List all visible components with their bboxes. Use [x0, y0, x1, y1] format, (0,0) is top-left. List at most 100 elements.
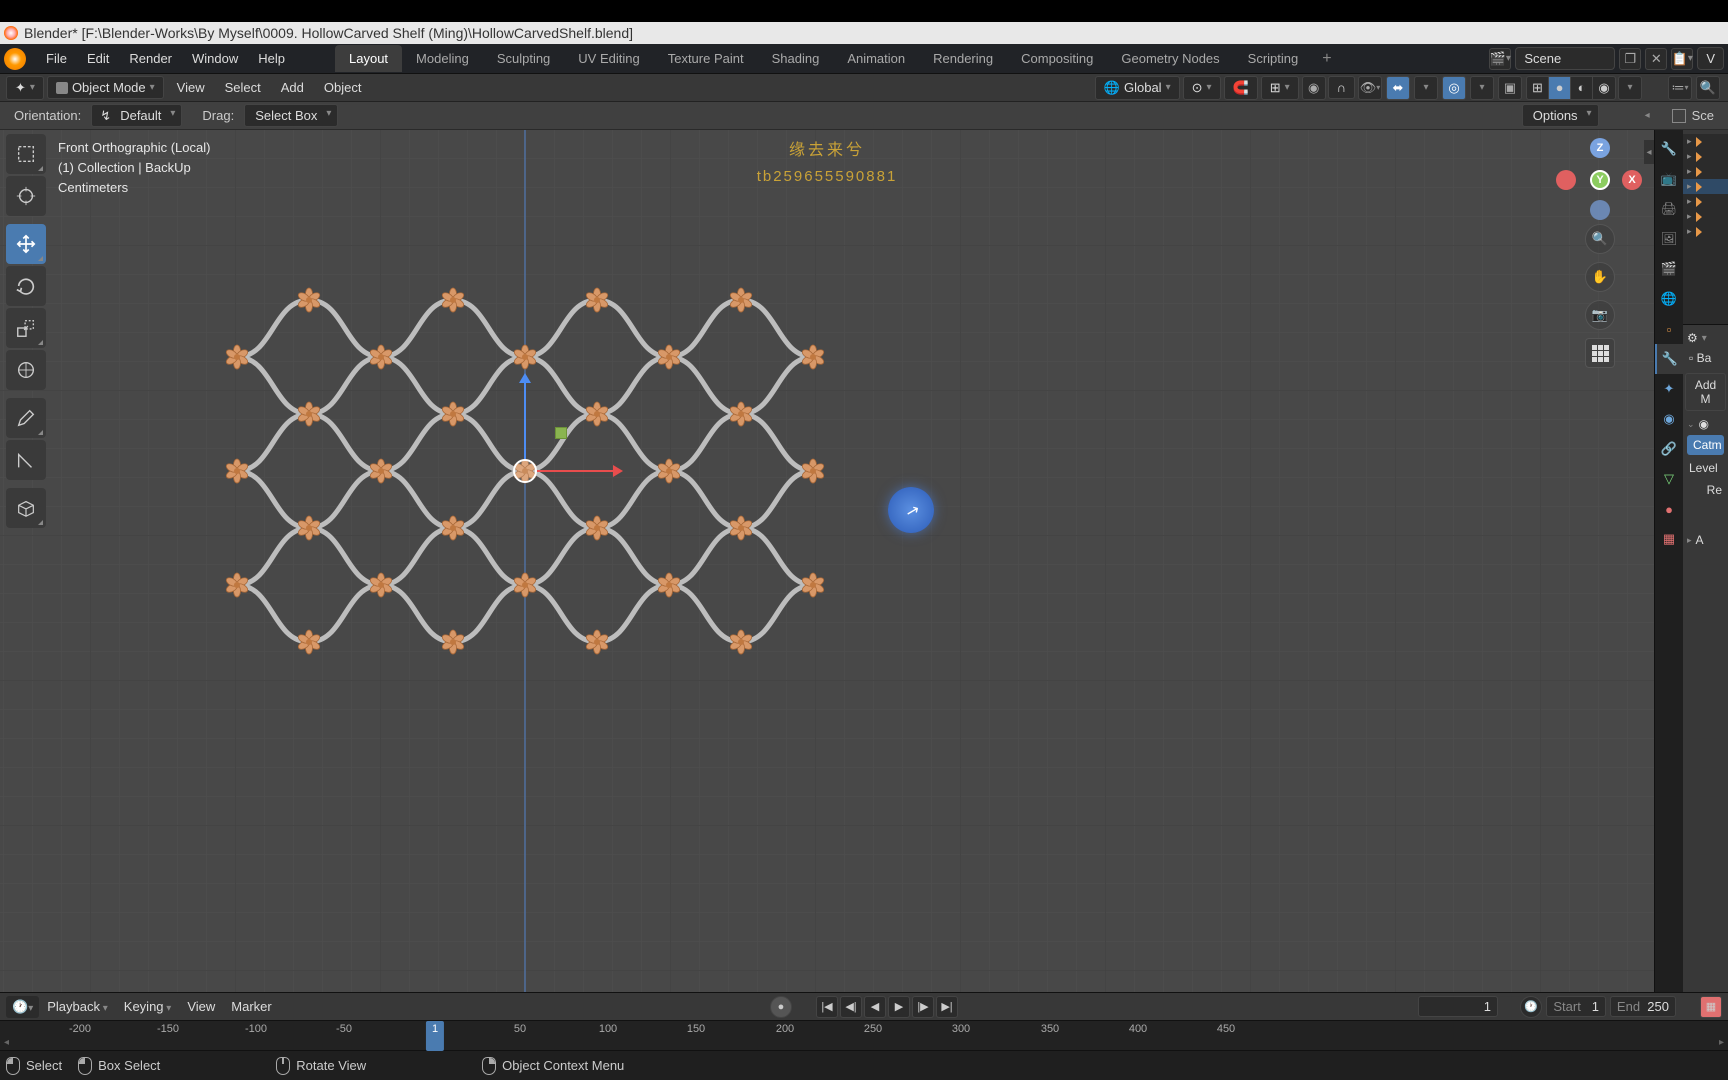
gizmo-x-axis[interactable] — [537, 470, 615, 472]
axis-x-icon[interactable]: X — [1622, 170, 1642, 190]
timeline-ruler[interactable]: 1 -200-150-100-5050100150200250300350400… — [0, 1020, 1728, 1050]
outliner-row[interactable]: ▸ — [1683, 164, 1728, 179]
nav-pan-icon[interactable]: ✋ — [1585, 262, 1615, 292]
outliner-row[interactable]: ▸ — [1683, 149, 1728, 164]
properties-editor-type[interactable]: ⚙▾ — [1683, 329, 1728, 347]
viewlayer-browse-button[interactable]: 📋▾ — [1671, 48, 1693, 70]
timeline-playback-menu[interactable]: Playback — [39, 996, 116, 1017]
timeline-keying-menu[interactable]: Keying — [116, 996, 180, 1017]
overlay-toggle[interactable]: ◎ — [1442, 76, 1466, 100]
tab-animation[interactable]: Animation — [833, 45, 919, 72]
outliner-row-selected[interactable]: ▸ — [1683, 179, 1728, 194]
outliner-collapse-icon[interactable]: ◂ — [1645, 110, 1650, 121]
gizmo-z-axis[interactable] — [524, 381, 526, 459]
menu-object[interactable]: Object — [314, 77, 372, 98]
use-preview-range-button[interactable]: 🕐 — [1520, 996, 1542, 1018]
nav-perspective-icon[interactable] — [1585, 338, 1615, 368]
tab-shading[interactable]: Shading — [758, 45, 834, 72]
app-logo-icon[interactable] — [4, 48, 26, 70]
properties-tab-modifier[interactable]: 🔧 — [1655, 344, 1683, 374]
current-frame-field[interactable]: 1 — [1418, 996, 1498, 1017]
mode-dropdown[interactable]: Object Mode ▾ — [47, 76, 164, 99]
timeline-playhead[interactable]: 1 — [426, 1021, 444, 1051]
collapsed-n-panel[interactable]: ◂ — [1644, 140, 1654, 164]
tool-cursor[interactable] — [6, 176, 46, 216]
end-frame-field[interactable]: End 250 — [1610, 996, 1676, 1017]
properties-texture-icon[interactable]: ▦ — [1700, 996, 1722, 1018]
modifier-advanced-panel[interactable]: ▸A — [1683, 531, 1728, 549]
proportional-edit-toggle[interactable]: ◉ — [1302, 76, 1326, 100]
axes-gizmo[interactable]: Z Y X — [1562, 140, 1638, 216]
add-modifier-button[interactable]: Add M — [1685, 373, 1726, 411]
tab-texture-paint[interactable]: Texture Paint — [654, 45, 758, 72]
shading-wireframe[interactable]: ⊞ — [1527, 77, 1549, 99]
scene-collection-icon[interactable] — [1672, 109, 1686, 123]
nav-zoom-icon[interactable]: 🔍 — [1585, 224, 1615, 254]
tool-transform[interactable] — [6, 350, 46, 390]
scene-new-button[interactable]: ❐ — [1619, 48, 1641, 70]
shading-options-dropdown[interactable]: ▾ — [1618, 76, 1642, 100]
overlay-dropdown[interactable]: ▾ — [1470, 76, 1494, 100]
pivot-dropdown[interactable]: ⊙▾ — [1183, 76, 1221, 100]
menu-select[interactable]: Select — [215, 77, 271, 98]
shading-solid[interactable]: ● — [1549, 77, 1571, 99]
properties-tab-output[interactable]: 🖨 — [1655, 194, 1683, 224]
properties-tab-data[interactable]: ▽ — [1655, 464, 1683, 494]
subdiv-type-catmull[interactable]: Catm — [1687, 435, 1724, 455]
editor-type-dropdown[interactable]: ✦▾ — [6, 76, 44, 100]
jump-to-end-button[interactable]: ▶| — [936, 996, 958, 1018]
tab-layout[interactable]: Layout — [335, 45, 402, 72]
properties-tab-constraints[interactable]: 🔗 — [1655, 434, 1683, 464]
3d-viewport[interactable]: Front Orthographic (Local) (1) Collectio… — [0, 130, 1654, 992]
tab-sculpting[interactable]: Sculpting — [483, 45, 564, 72]
tab-uv-editing[interactable]: UV Editing — [564, 45, 653, 72]
play-reverse-button[interactable]: ◀ — [864, 996, 886, 1018]
tab-rendering[interactable]: Rendering — [919, 45, 1007, 72]
properties-tab-object[interactable]: ▫ — [1655, 314, 1683, 344]
menu-window[interactable]: Window — [182, 47, 248, 70]
jump-to-start-button[interactable]: |◀ — [816, 996, 838, 1018]
modifier-header[interactable]: ⌄◉ — [1683, 415, 1728, 433]
outliner-editor-type[interactable]: ≔▾ — [1668, 76, 1692, 100]
tab-geometry-nodes[interactable]: Geometry Nodes — [1107, 45, 1233, 72]
tool-measure[interactable] — [6, 440, 46, 480]
properties-tab-texture[interactable]: ▦ — [1655, 524, 1683, 554]
axis-y-icon[interactable]: Y — [1590, 170, 1610, 190]
outliner-search-icon[interactable]: 🔍 — [1696, 76, 1720, 100]
orientation-dropdown[interactable]: ↯Default — [91, 104, 182, 127]
play-button[interactable]: ▶ — [888, 996, 910, 1018]
tool-move[interactable] — [6, 224, 46, 264]
viewlayer-field[interactable]: V — [1697, 47, 1724, 70]
properties-tab-viewlayer[interactable]: 🖼 — [1655, 224, 1683, 254]
scene-browse-button[interactable]: 🎬▾ — [1489, 48, 1511, 70]
outliner-row[interactable]: ▸ — [1683, 194, 1728, 209]
snap-toggle[interactable]: 🧲 — [1224, 76, 1258, 100]
jump-next-keyframe-button[interactable]: |▶ — [912, 996, 934, 1018]
tab-modeling[interactable]: Modeling — [402, 45, 483, 72]
menu-view[interactable]: View — [167, 77, 215, 98]
add-workspace-button[interactable]: + — [1312, 50, 1341, 68]
drag-dropdown[interactable]: Select Box — [244, 104, 338, 127]
timeline-marker-menu[interactable]: Marker — [223, 996, 279, 1017]
scene-delete-button[interactable]: ✕ — [1645, 48, 1667, 70]
options-dropdown[interactable]: Options — [1522, 104, 1599, 127]
transform-orientation-dropdown[interactable]: 🌐 Global ▾ — [1095, 76, 1180, 100]
properties-tab-render[interactable]: 📺 — [1655, 164, 1683, 194]
menu-add[interactable]: Add — [271, 77, 314, 98]
start-frame-field[interactable]: Start 1 — [1546, 996, 1606, 1017]
tab-scripting[interactable]: Scripting — [1234, 45, 1313, 72]
jump-prev-keyframe-button[interactable]: ◀| — [840, 996, 862, 1018]
outliner-row[interactable]: ▸ — [1683, 209, 1728, 224]
tool-add-primitive[interactable] — [6, 488, 46, 528]
outliner-row[interactable]: ▸ — [1683, 134, 1728, 149]
axis-z-icon[interactable]: Z — [1590, 138, 1610, 158]
timeline-scroll-left[interactable]: ◂ — [4, 1037, 9, 1048]
timeline-scroll-right[interactable]: ▸ — [1719, 1037, 1724, 1048]
axis-x-neg-icon[interactable] — [1556, 170, 1576, 190]
gizmo-origin[interactable] — [513, 459, 537, 483]
proportional-falloff-dropdown[interactable]: ∩ — [1328, 76, 1355, 99]
timeline-view-menu[interactable]: View — [179, 996, 223, 1017]
auto-keying-toggle[interactable]: ● — [770, 996, 792, 1018]
axis-z-neg-icon[interactable] — [1590, 200, 1610, 220]
shading-material[interactable]: ◐ — [1571, 77, 1593, 99]
